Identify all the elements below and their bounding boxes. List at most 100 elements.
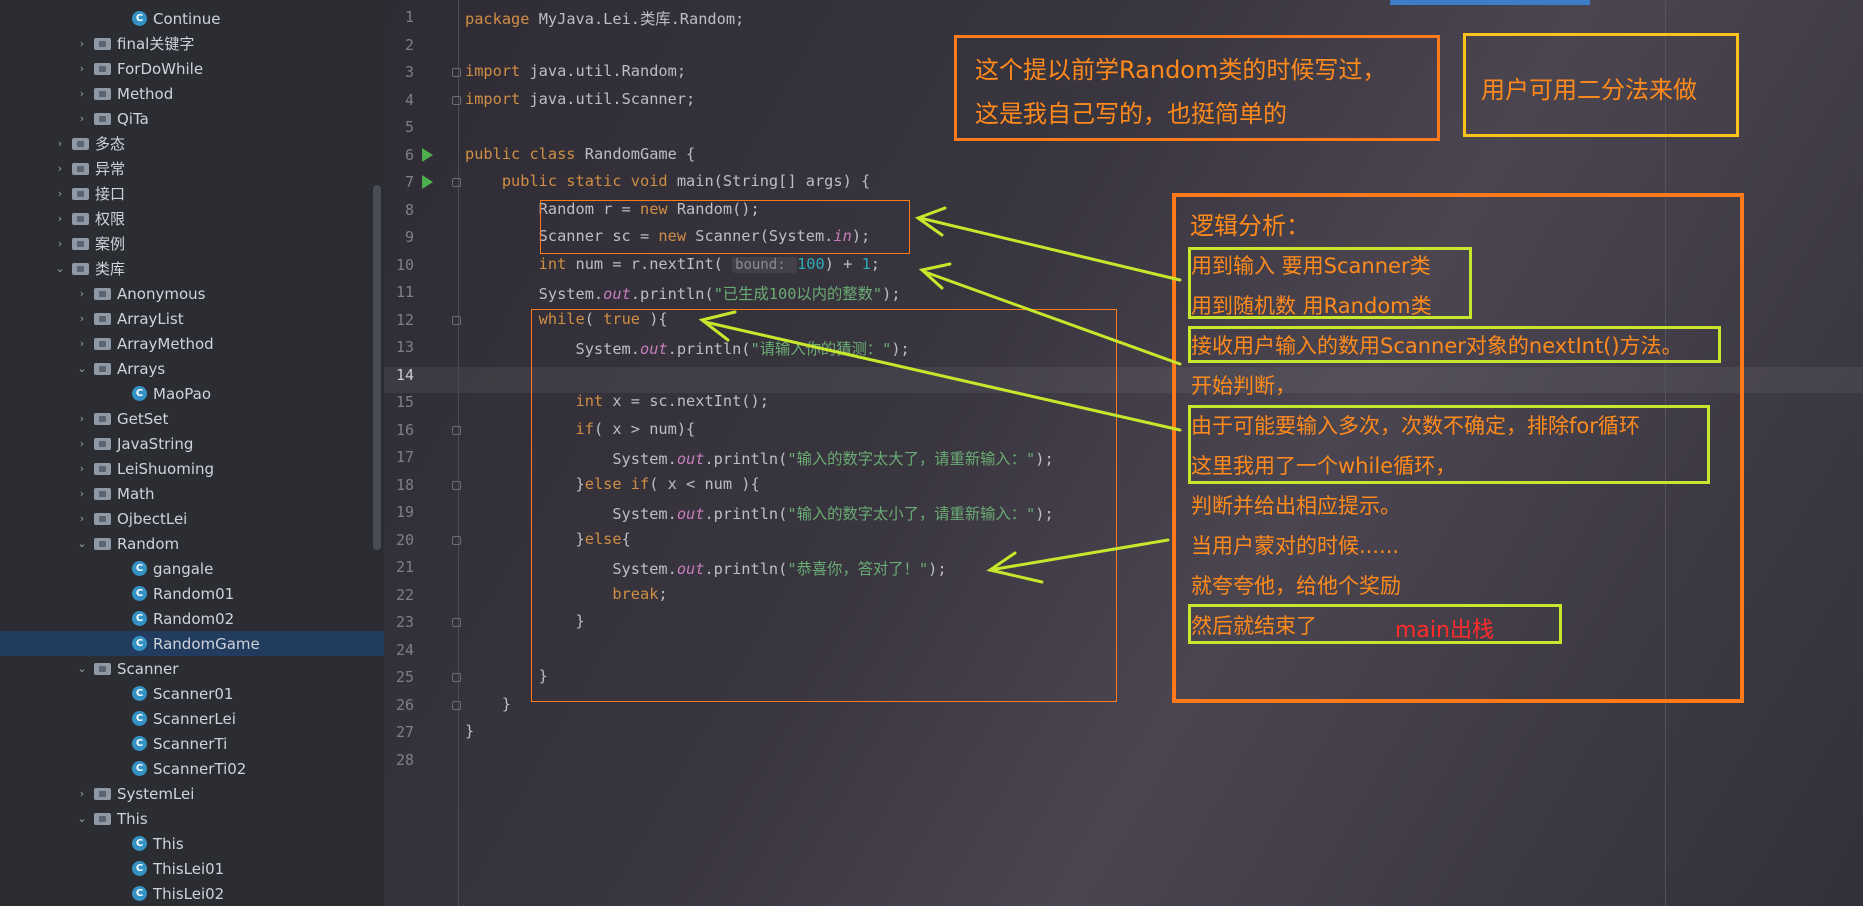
code-line[interactable]: package MyJava.Lei.类库.Random; — [465, 7, 744, 29]
tree-item[interactable]: › 案例 — [0, 231, 384, 256]
package-folder-icon — [94, 662, 111, 675]
chevron-right-icon[interactable]: › — [76, 412, 88, 425]
fold-marker-icon[interactable] — [452, 618, 461, 627]
tree-item[interactable]: C ThisLei02 — [0, 881, 384, 906]
java-class-icon: C — [132, 561, 147, 576]
fold-marker-icon[interactable] — [452, 425, 461, 435]
fold-marker-icon[interactable] — [452, 315, 461, 325]
tree-item[interactable]: C RandomGame — [0, 631, 384, 656]
tree-item[interactable]: › 异常 — [0, 156, 384, 181]
tree-item[interactable]: › 接口 — [0, 181, 384, 206]
tree-item[interactable]: C ThisLei01 — [0, 856, 384, 881]
tree-item[interactable]: C ScannerLei — [0, 706, 384, 731]
tree-item[interactable]: C Continue — [0, 6, 384, 31]
fold-marker-icon[interactable] — [452, 535, 461, 545]
tree-item[interactable]: › Method — [0, 81, 384, 106]
tree-item[interactable]: C ScannerTi — [0, 731, 384, 756]
chevron-right-icon[interactable]: › — [76, 337, 88, 350]
package-folder-icon — [94, 412, 111, 425]
code-token: java.util.Random; — [529, 62, 687, 80]
chevron-right-icon[interactable]: › — [54, 187, 66, 200]
line-number: 3 — [404, 63, 414, 81]
tree-item[interactable]: › ArrayList — [0, 306, 384, 331]
tree-item[interactable]: ⌄ 类库 — [0, 256, 384, 281]
chevron-right-icon[interactable]: › — [76, 487, 88, 500]
tree-item[interactable]: › OjbectLei — [0, 506, 384, 531]
fold-marker-icon[interactable] — [452, 480, 461, 490]
code-line[interactable]: System.out.println("已生成100以内的整数"); — [465, 282, 901, 304]
chevron-right-icon[interactable]: › — [76, 37, 88, 50]
fold-marker-icon[interactable] — [452, 673, 461, 682]
code-token: 1 — [861, 254, 871, 273]
tree-item-label: QiTa — [117, 109, 149, 128]
tree-item[interactable]: C This — [0, 831, 384, 856]
tree-item[interactable]: C MaoPao — [0, 381, 384, 406]
chevron-down-icon[interactable]: ⌄ — [76, 662, 88, 675]
run-gutter-icon[interactable] — [422, 175, 433, 189]
tree-item[interactable]: › ForDoWhile — [0, 56, 384, 81]
chevron-down-icon[interactable]: ⌄ — [76, 362, 88, 375]
code-line[interactable]: public class RandomGame { — [465, 145, 695, 163]
run-gutter-icon[interactable] — [422, 147, 433, 162]
tree-item[interactable]: › JavaString — [0, 431, 384, 456]
fold-marker-icon[interactable] — [452, 68, 461, 77]
tree-item[interactable]: C ScannerTi02 — [0, 756, 384, 781]
code-line[interactable]: int num = r.nextInt( bound: 100) + 1; — [465, 255, 880, 273]
line-number: 5 — [404, 118, 414, 136]
chevron-right-icon[interactable]: › — [76, 512, 88, 525]
tree-item[interactable]: C Scanner01 — [0, 681, 384, 706]
fold-marker-icon[interactable] — [452, 700, 461, 710]
chevron-down-icon[interactable]: ⌄ — [76, 537, 88, 550]
code-line[interactable]: import java.util.Random; — [465, 62, 686, 80]
chevron-right-icon[interactable]: › — [54, 237, 66, 250]
chevron-down-icon[interactable]: ⌄ — [76, 812, 88, 825]
tree-item[interactable]: › final关键字 — [0, 31, 384, 56]
code-box-init — [540, 200, 910, 254]
tree-item[interactable]: ⌄ Scanner — [0, 656, 384, 681]
tree-item[interactable]: › 多态 — [0, 131, 384, 156]
tree-item[interactable]: › QiTa — [0, 106, 384, 131]
chevron-right-icon[interactable]: › — [76, 112, 88, 125]
chevron-right-icon[interactable]: › — [54, 162, 66, 175]
tree-item[interactable]: ⌄ Arrays — [0, 356, 384, 381]
tree-item[interactable]: C Random02 — [0, 606, 384, 631]
line-number: 27 — [395, 723, 414, 741]
fold-marker-icon[interactable] — [452, 178, 461, 187]
chevron-right-icon[interactable]: › — [76, 62, 88, 75]
tree-item[interactable]: › Math — [0, 481, 384, 506]
code-token: int — [465, 254, 576, 273]
tree-item[interactable]: C Random01 — [0, 581, 384, 606]
tree-item[interactable]: › SystemLei — [0, 781, 384, 806]
tree-item[interactable]: Cgangale — [0, 556, 384, 581]
tree-scrollbar[interactable] — [373, 185, 381, 550]
package-folder-icon — [94, 337, 111, 350]
chevron-right-icon[interactable]: › — [76, 287, 88, 300]
fold-marker-icon[interactable] — [452, 95, 461, 105]
tree-item[interactable]: › GetSet — [0, 406, 384, 431]
package-folder-icon — [94, 437, 111, 450]
chevron-right-icon[interactable]: › — [76, 87, 88, 100]
chevron-right-icon[interactable]: › — [76, 787, 88, 800]
chevron-right-icon[interactable]: › — [54, 212, 66, 225]
horizontal-scrollbar[interactable] — [1390, 0, 1590, 5]
chevron-right-icon[interactable]: › — [76, 312, 88, 325]
chevron-right-icon[interactable]: › — [54, 137, 66, 150]
package-folder-icon — [94, 312, 111, 325]
code-line[interactable]: } — [465, 695, 511, 713]
tree-item-label: Random02 — [153, 609, 235, 628]
tree-item[interactable]: › LeiShuoming — [0, 456, 384, 481]
package-folder-icon — [72, 187, 89, 200]
line-number: 15 — [395, 393, 414, 411]
tree-item[interactable]: ⌄ Random — [0, 531, 384, 556]
code-line[interactable]: public static void main(String[] args) { — [465, 172, 870, 190]
tree-item[interactable]: › ArrayMethod — [0, 331, 384, 356]
tree-item[interactable]: › 权限 — [0, 206, 384, 231]
chevron-down-icon[interactable]: ⌄ — [54, 262, 66, 275]
line-number: 10 — [395, 255, 414, 274]
chevron-right-icon[interactable]: › — [76, 462, 88, 475]
chevron-right-icon[interactable]: › — [76, 437, 88, 450]
code-line[interactable]: import java.util.Scanner; — [465, 90, 695, 108]
tree-item[interactable]: ⌄ This — [0, 806, 384, 831]
tree-item[interactable]: › Anonymous — [0, 281, 384, 306]
code-line[interactable]: } — [465, 722, 474, 740]
